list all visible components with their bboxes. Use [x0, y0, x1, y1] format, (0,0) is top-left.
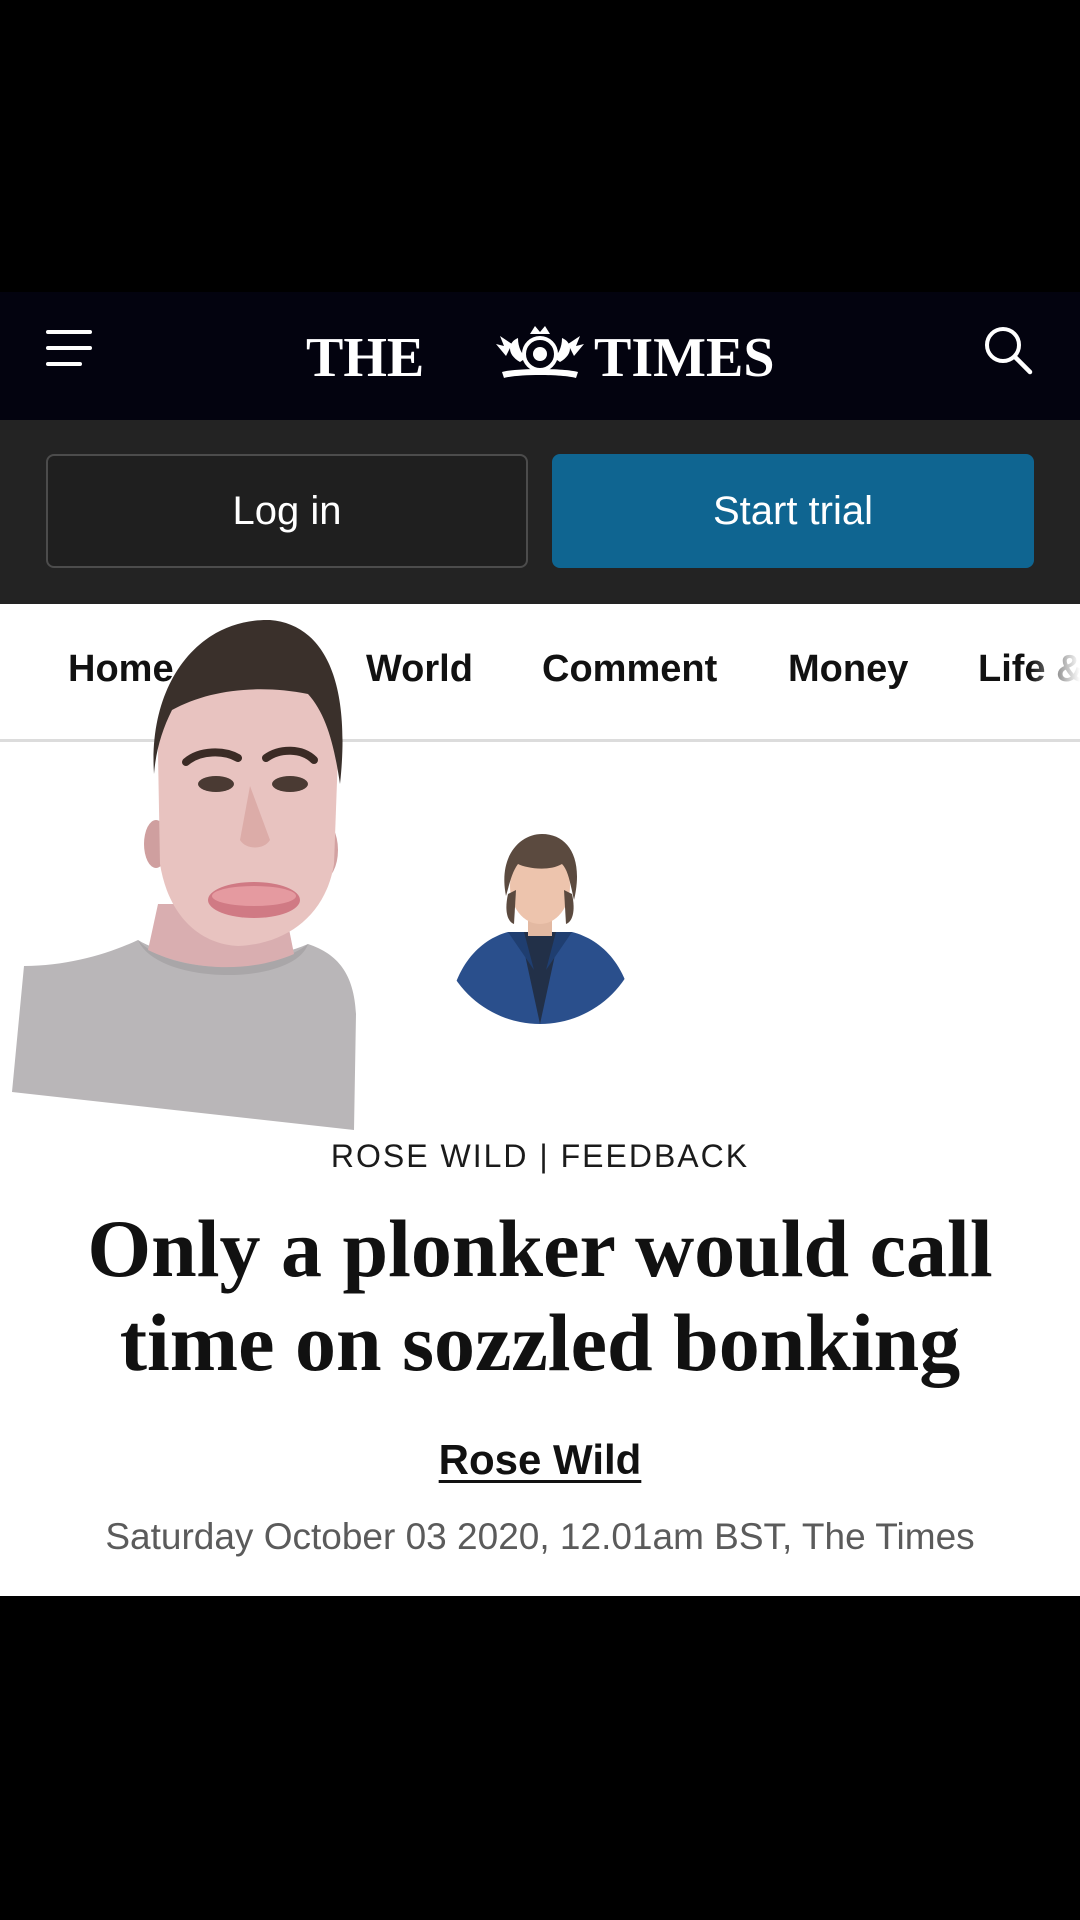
article-headline: Only a plonker would call time on sozzle…	[87, 1203, 993, 1388]
overlay-person-image	[12, 619, 356, 1130]
nav-item-money[interactable]: Money	[788, 648, 908, 691]
logo-text-left: THE	[306, 327, 424, 389]
the-times-logo[interactable]: THE TIMES	[306, 314, 774, 394]
author-avatar	[438, 820, 642, 1024]
auth-bar: Log in Start trial	[0, 420, 1080, 604]
royal-crest-icon	[496, 326, 584, 378]
author-name[interactable]: Rose Wild	[439, 1436, 642, 1483]
site-header: THE TIMES	[0, 292, 1080, 420]
log-in-button[interactable]: Log in	[46, 454, 528, 568]
logo-text-right: TIMES	[594, 327, 774, 389]
author-link[interactable]: Rose Wild	[0, 1436, 1080, 1484]
hamburger-menu-icon[interactable]	[46, 328, 96, 368]
screen: THE TIMES Log in Start trial Home World …	[0, 0, 1080, 1920]
article-kicker: ROSE WILD | FEEDBACK	[330, 1138, 750, 1174]
start-trial-button[interactable]: Start trial	[552, 454, 1034, 568]
nav-fade	[1030, 604, 1080, 739]
nav-item-comment[interactable]: Comment	[542, 648, 717, 691]
article-dateline: Saturday October 03 2020, 12.01am BST, T…	[105, 1516, 975, 1557]
search-icon[interactable]	[982, 324, 1034, 376]
